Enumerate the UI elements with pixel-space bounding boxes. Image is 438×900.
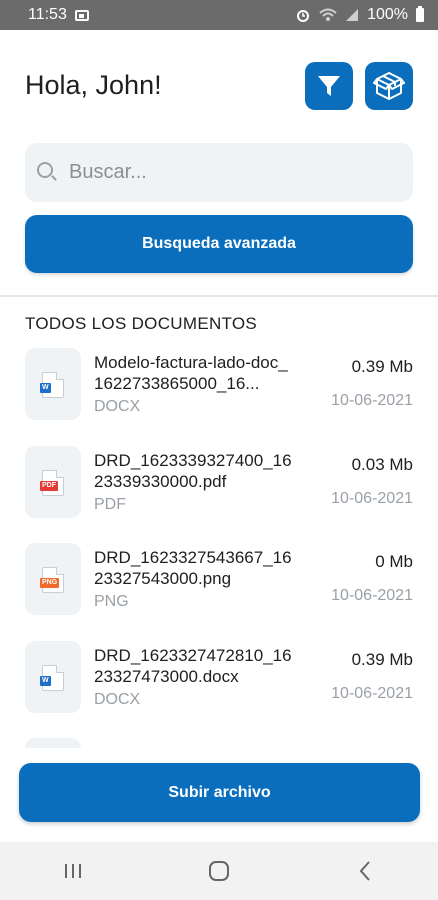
- advanced-search-button[interactable]: Busqueda avanzada: [25, 215, 413, 273]
- document-thumbnail: PDF: [25, 446, 81, 518]
- document-item[interactable]: W DRD_1623327472810_1623327473000.docx D…: [25, 641, 413, 713]
- gallery-notification-icon: [74, 9, 89, 21]
- document-thumbnail: PNG: [25, 543, 81, 615]
- document-size: 0.03 Mb: [351, 455, 413, 474]
- file-type-badge: PDF: [40, 481, 58, 491]
- recent-apps-button[interactable]: [43, 851, 103, 891]
- back-button[interactable]: [335, 851, 395, 891]
- search-input[interactable]: [67, 160, 371, 185]
- document-size: 0 Mb: [375, 552, 413, 571]
- document-date: 10-06-2021: [331, 490, 413, 507]
- file-type-badge: W: [40, 676, 51, 686]
- document-date: 10-06-2021: [331, 392, 413, 409]
- file-type-badge: W: [40, 383, 51, 393]
- filter-icon: [318, 76, 340, 96]
- battery-icon: [416, 6, 424, 22]
- document-name: Modelo-factura-lado-doc_1622733865000_16…: [94, 353, 288, 393]
- document-size: 0.39 Mb: [351, 650, 413, 669]
- wifi-icon: [319, 8, 337, 21]
- document-size: 0.39 Mb: [351, 357, 413, 376]
- document-item[interactable]: PDF DRD_1623339327400_1623339330000.pdf …: [25, 446, 413, 518]
- document-item[interactable]: PNG DRD_1623327543667_1623327543000.png …: [25, 543, 413, 615]
- home-button[interactable]: [189, 851, 249, 891]
- home-icon: [209, 861, 229, 881]
- upload-file-button[interactable]: Subir archivo: [19, 763, 420, 822]
- system-nav-bar: [0, 842, 438, 900]
- document-extension: PDF: [94, 496, 126, 513]
- document-name: DRD_1623327543667_1623327543000.png: [94, 548, 292, 588]
- battery-percent: 100%: [367, 6, 408, 23]
- document-extension: DOCX: [94, 691, 141, 708]
- greeting-title: Hola, John!: [25, 70, 162, 100]
- document-thumbnail: W: [25, 641, 81, 713]
- status-right: 100%: [295, 6, 424, 24]
- search-icon: [37, 161, 53, 178]
- word-file-icon: W: [40, 372, 64, 398]
- back-icon: [359, 861, 370, 881]
- status-bar: 11:53 100%: [0, 0, 438, 30]
- box-icon: [373, 72, 405, 100]
- document-extension: DOCX: [94, 398, 141, 415]
- document-name: DRD_1623327472810_1623327473000.docx: [94, 646, 292, 686]
- document-item[interactable]: W Modelo-factura-lado-doc_1622733865000_…: [25, 348, 413, 420]
- document-name: DRD_1623339327400_1623339330000.pdf: [94, 451, 292, 491]
- document-thumbnail-partial: [25, 738, 81, 748]
- search-bar[interactable]: [25, 143, 413, 202]
- filter-button[interactable]: [305, 62, 353, 110]
- section-title: TODOS LOS DOCUMENTOS: [25, 314, 258, 333]
- pdf-file-icon: PDF: [40, 470, 64, 496]
- document-extension: PNG: [94, 593, 129, 610]
- file-type-badge: PNG: [40, 578, 60, 588]
- alarm-icon: [297, 10, 310, 22]
- word-file-icon: W: [40, 665, 64, 691]
- signal-icon: [346, 9, 359, 21]
- recent-apps-icon: [65, 864, 81, 878]
- status-left: 11:53: [28, 6, 89, 24]
- document-date: 10-06-2021: [331, 685, 413, 702]
- document-thumbnail: W: [25, 348, 81, 420]
- status-time: 11:53: [28, 6, 67, 23]
- archive-box-button[interactable]: [365, 62, 413, 110]
- document-date: 10-06-2021: [331, 587, 413, 604]
- png-file-icon: PNG: [40, 567, 64, 593]
- divider: [0, 295, 438, 297]
